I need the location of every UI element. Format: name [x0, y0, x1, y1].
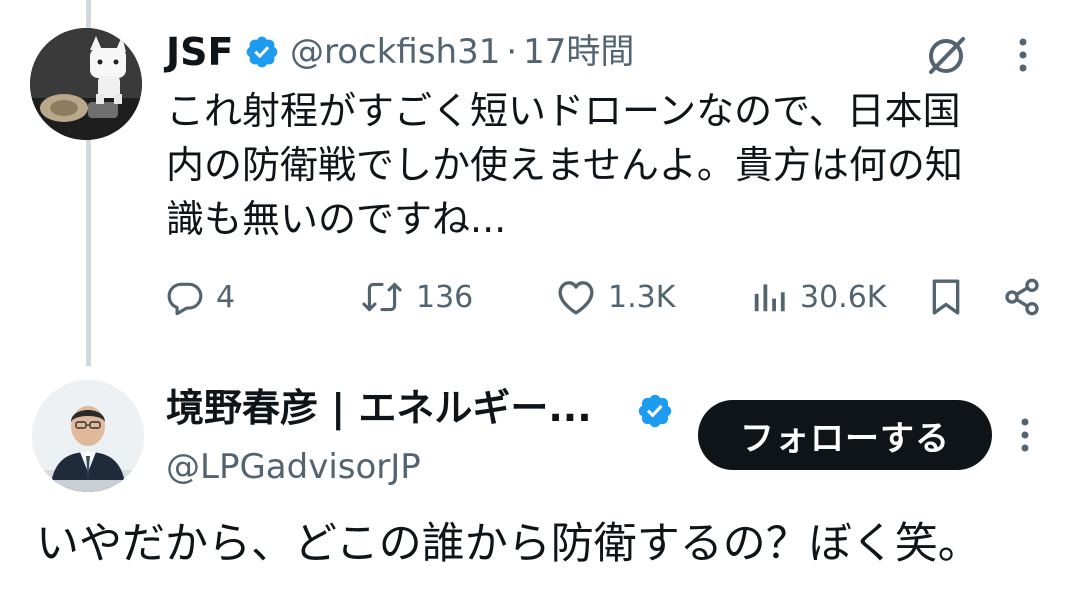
- share-icon[interactable]: [998, 272, 1046, 322]
- tweet-timestamp[interactable]: 17時間: [523, 32, 634, 72]
- avatar-sakaino[interactable]: [32, 380, 144, 492]
- avatar-jsf[interactable]: [30, 28, 142, 140]
- grok-icon[interactable]: [922, 32, 970, 80]
- like-count: 1.3K: [608, 279, 676, 315]
- reply-verified-badge-icon: [638, 394, 672, 428]
- tweet-text-line: 識も無いのですね...: [166, 197, 507, 241]
- bookmark-icon[interactable]: [924, 272, 968, 322]
- tweet-text-line: これ射程がすごく短いドローンなので、日本国: [166, 89, 961, 133]
- tweet-text-line: 内の防衛戦でしか使えませんよ。貴方は何の知: [166, 143, 963, 187]
- repost-count: 136: [416, 279, 474, 315]
- view-count: 30.6K: [800, 279, 887, 315]
- reply-text: いやだから、どこの誰から防衛するの？ぼく笑。: [36, 519, 981, 569]
- verified-badge-icon: [246, 36, 278, 68]
- tweet-handle[interactable]: @rockfish31: [290, 32, 500, 72]
- reply-author-name[interactable]: 境野春彦 | エネルギー...: [166, 384, 592, 432]
- reply-more-options-icon[interactable]: [1010, 414, 1040, 456]
- reply-icon: [167, 282, 203, 316]
- tweet-author-name[interactable]: JSF: [166, 28, 233, 76]
- views-button[interactable]: 30.6K: [750, 272, 886, 322]
- repost-icon: [362, 282, 402, 312]
- tweet-meta: @rockfish31 · 17時間: [290, 29, 634, 75]
- tweet-text: これ射程がすごく短いドローンなので、日本国 内の防衛戦でしか使えませんよ。貴方は…: [166, 84, 1046, 246]
- repost-button[interactable]: 136: [360, 272, 473, 322]
- avatar-sakaino-image: [32, 380, 144, 492]
- more-options-icon[interactable]: [1008, 34, 1038, 76]
- follow-button[interactable]: フォローする: [698, 400, 992, 470]
- reply-count: 4: [216, 279, 236, 315]
- avatar-jsf-image: [30, 28, 142, 140]
- reply-handle[interactable]: @LPGadvisorJP: [166, 444, 421, 490]
- like-button[interactable]: 1.3K: [556, 272, 675, 322]
- meta-separator: ·: [506, 32, 518, 72]
- views-icon: [754, 284, 785, 312]
- reply-button[interactable]: 4: [166, 272, 235, 322]
- like-icon: [558, 281, 594, 315]
